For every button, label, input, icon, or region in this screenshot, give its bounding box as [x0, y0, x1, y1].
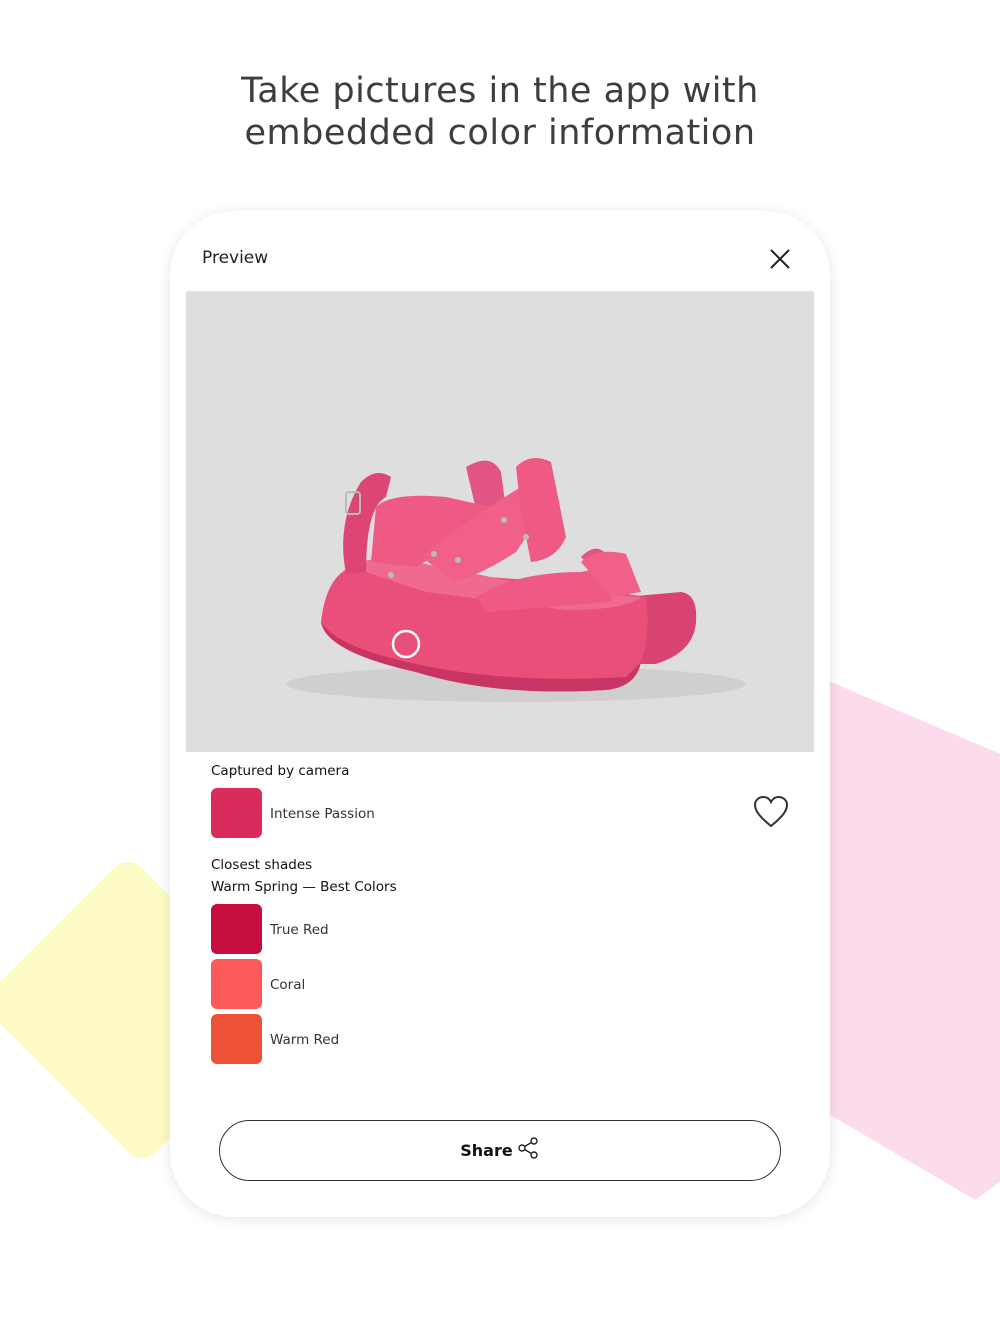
preview-card: Preview Captured by camera Intense Passi… [170, 211, 830, 1217]
headline: Take pictures in the app with embedded c… [0, 70, 1000, 154]
palette-name: Warm Spring — Best Colors [211, 879, 397, 895]
headline-line-1: Take pictures in the app with [241, 71, 759, 111]
shade-name: True Red [270, 922, 329, 938]
shade-name: Warm Red [270, 1032, 340, 1048]
shade-swatch-warm-red[interactable] [211, 1014, 262, 1064]
share-icon [516, 1136, 540, 1165]
captured-heading: Captured by camera [211, 763, 350, 779]
closest-shades-heading: Closest shades [211, 857, 313, 873]
captured-color-name: Intense Passion [270, 806, 375, 822]
share-label: Share [460, 1141, 513, 1160]
preview-header: Preview [170, 211, 830, 292]
preview-title: Preview [202, 248, 269, 268]
shade-swatch-coral[interactable] [211, 959, 262, 1009]
shade-name: Coral [270, 977, 306, 993]
captured-color-swatch[interactable] [211, 788, 262, 838]
captured-photo[interactable] [186, 292, 814, 752]
heart-icon[interactable] [752, 793, 790, 831]
close-icon[interactable] [767, 246, 793, 272]
share-button[interactable]: Share [219, 1120, 781, 1181]
shade-swatch-true-red[interactable] [211, 904, 262, 954]
headline-line-2: embedded color information [244, 113, 756, 153]
sandal-image [286, 458, 746, 702]
